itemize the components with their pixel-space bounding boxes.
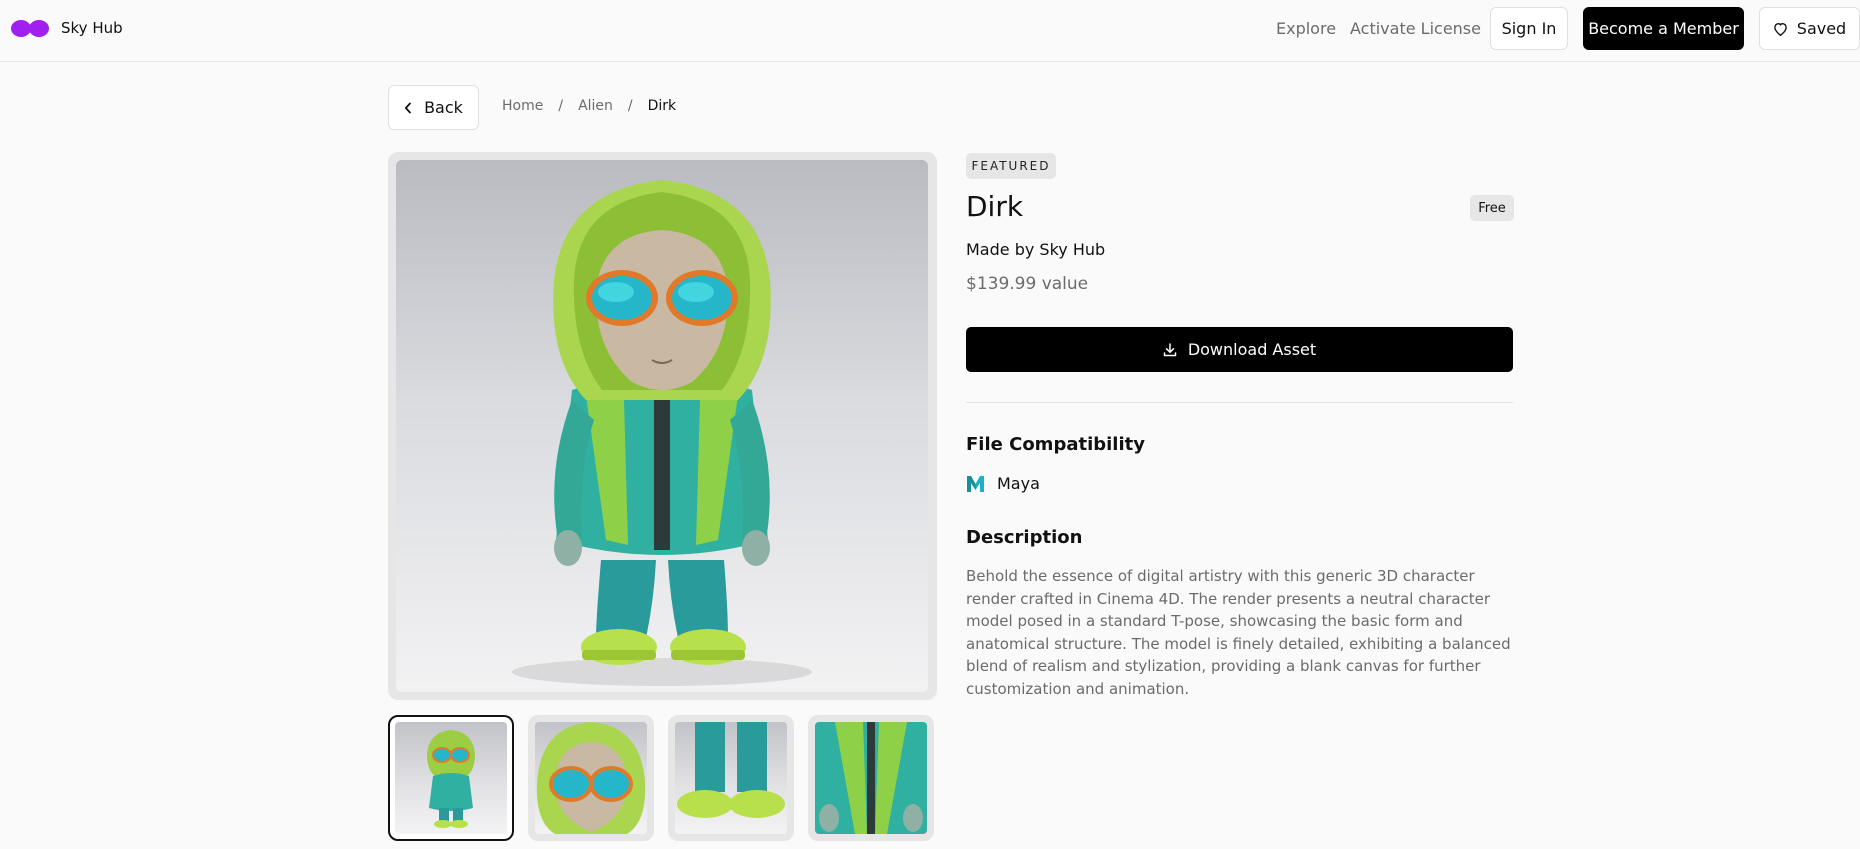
saved-button[interactable]: Saved [1759, 7, 1860, 50]
alien-full-body-thumb [427, 730, 475, 828]
download-icon [1163, 342, 1177, 356]
chevron-left-icon [404, 102, 411, 113]
file-compatibility-heading: File Compatibility [966, 434, 1145, 455]
download-label: Download Asset [1187, 340, 1317, 359]
product-title: Dirk [966, 190, 1024, 223]
featured-badge: FEATURED [966, 153, 1056, 179]
breadcrumb-separator: / [558, 98, 564, 114]
alien-face-thumb [536, 722, 646, 834]
breadcrumb-separator: / [627, 98, 633, 114]
site-header: Sky Hub Explore Activate License Sign In… [0, 0, 1860, 62]
breadcrumb: Home / Alien / Dirk [502, 98, 676, 114]
thumbnail-1[interactable] [388, 715, 514, 841]
thumbnail-4[interactable] [808, 715, 934, 841]
infinity-logo-icon[interactable] [11, 19, 49, 38]
maya-logo-icon [967, 475, 984, 492]
alien-character-illustration [512, 180, 812, 686]
brand-name[interactable]: Sky Hub [61, 19, 123, 37]
back-button[interactable]: Back [388, 85, 479, 130]
back-label: Back [424, 98, 463, 117]
thumbnail-3[interactable] [668, 715, 794, 841]
become-member-button[interactable]: Become a Member [1583, 7, 1744, 50]
main-product-image[interactable] [396, 160, 928, 692]
compat-item-label: Maya [997, 474, 1040, 493]
breadcrumb-alien[interactable]: Alien [578, 98, 613, 114]
description-text: Behold the essence of digital artistry w… [966, 567, 1511, 698]
description-heading: Description [966, 527, 1083, 548]
thumbnail-image [815, 722, 927, 834]
divider [966, 402, 1513, 403]
compat-item-maya: Maya [966, 474, 1040, 493]
alien-jacket-thumb [815, 722, 927, 834]
heart-icon [1773, 22, 1787, 36]
value-text: $139.99 value [966, 274, 1089, 294]
become-member-label: Become a Member [1588, 19, 1739, 38]
price-badge: Free [1470, 195, 1514, 221]
nav-activate-license-link[interactable]: Activate License [1350, 19, 1481, 38]
main-image-frame [388, 152, 937, 700]
breadcrumb-current: Dirk [647, 98, 677, 114]
thumbnail-2[interactable] [528, 715, 654, 841]
thumbnail-image [675, 722, 787, 834]
saved-label: Saved [1796, 19, 1847, 38]
sign-in-label: Sign In [1501, 19, 1557, 38]
made-by-text: Made by Sky Hub [966, 240, 1106, 259]
download-asset-button[interactable]: Download Asset [966, 327, 1513, 372]
nav-explore-link[interactable]: Explore [1276, 19, 1336, 38]
breadcrumb-home[interactable]: Home [502, 98, 543, 114]
sign-in-button[interactable]: Sign In [1490, 7, 1568, 50]
alien-shoes-thumb [677, 722, 785, 818]
thumbnail-image [395, 722, 507, 834]
thumbnail-image [535, 722, 647, 834]
